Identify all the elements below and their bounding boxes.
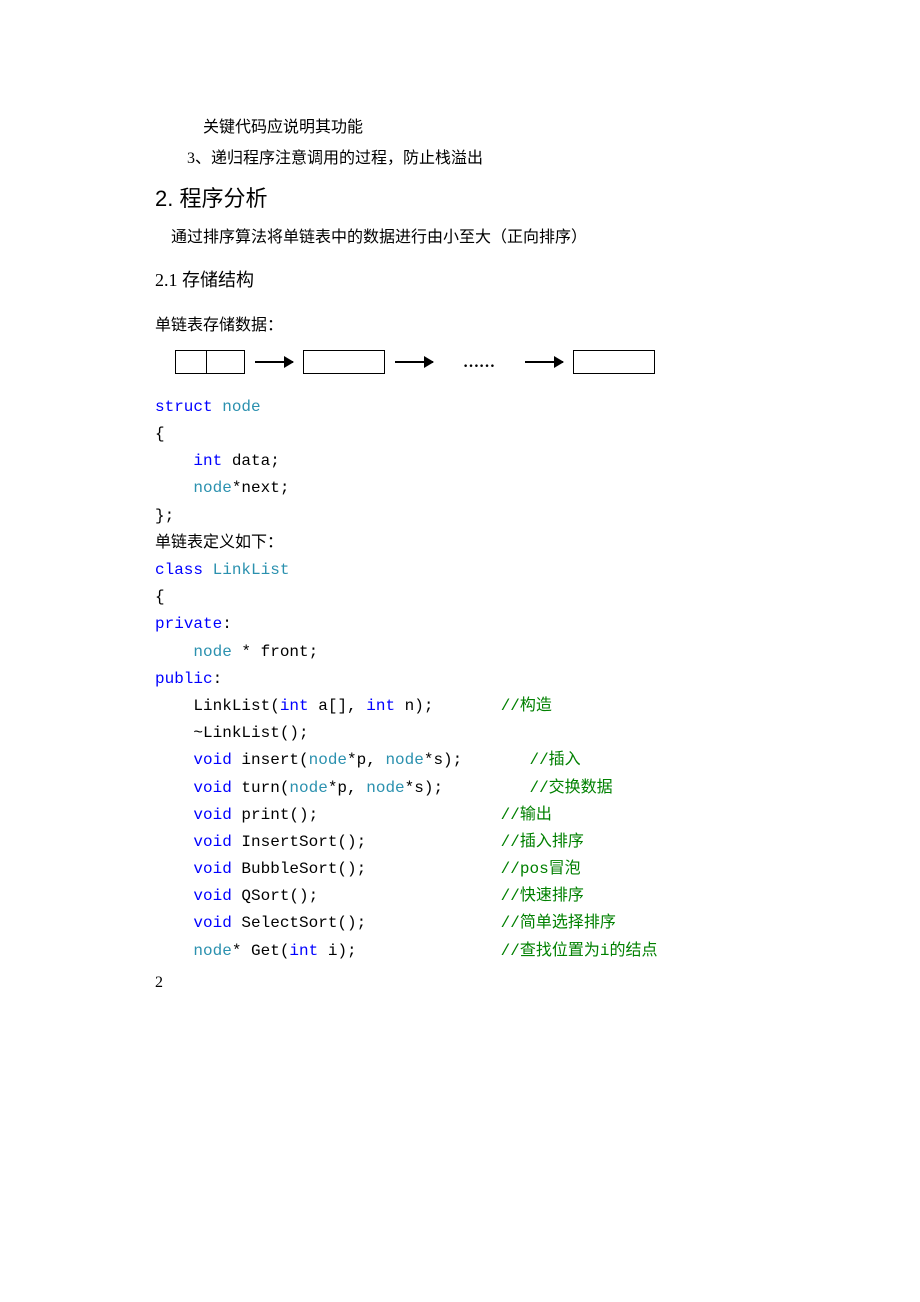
linked-list-diagram: …… xyxy=(175,349,765,376)
brace: { xyxy=(155,588,165,606)
indent xyxy=(155,779,193,797)
section-2-desc: 通过排序算法将单链表中的数据进行由小至大（正向排序） xyxy=(155,224,765,251)
definition-label: 单链表定义如下： xyxy=(155,534,283,552)
code-text: n); xyxy=(395,697,501,715)
comment: //输出 xyxy=(501,806,552,824)
code-text: *p, xyxy=(347,751,385,769)
indent xyxy=(155,914,193,932)
code-text: * front; xyxy=(232,643,318,661)
indent xyxy=(155,942,193,960)
keyword: private xyxy=(155,615,222,633)
code-text: i); xyxy=(318,942,500,960)
ellipsis: …… xyxy=(463,349,495,376)
code-text: turn( xyxy=(232,779,290,797)
type: node xyxy=(193,942,231,960)
code-text: LinkList( xyxy=(155,697,280,715)
type: node xyxy=(385,751,423,769)
arrow-icon xyxy=(395,361,433,363)
keyword: public xyxy=(155,670,213,688)
indent xyxy=(155,833,193,851)
comment: //交换数据 xyxy=(529,779,612,797)
code-block: struct node { int data; node*next; }; 单链… xyxy=(155,394,765,965)
type: node xyxy=(309,751,347,769)
comment: //插入排序 xyxy=(501,833,584,851)
type: node xyxy=(366,779,404,797)
document-page: 关键代码应说明其功能 3、递归程序注意调用的过程，防止栈溢出 2. 程序分析 通… xyxy=(0,0,920,1036)
brace: }; xyxy=(155,507,174,525)
intro-line-2: 3、递归程序注意调用的过程，防止栈溢出 xyxy=(155,145,765,172)
code-text: ~LinkList(); xyxy=(155,724,309,742)
keyword: void xyxy=(193,887,231,905)
code-text: * Get( xyxy=(232,942,290,960)
type: node xyxy=(222,398,260,416)
brace: { xyxy=(155,425,165,443)
arrow-icon xyxy=(525,361,563,363)
page-number: 2 xyxy=(155,969,765,996)
code-text: InsertSort(); xyxy=(232,833,501,851)
keyword: class xyxy=(155,561,203,579)
colon: : xyxy=(213,670,223,688)
code-text: *s); xyxy=(405,779,511,797)
comment: //构造 xyxy=(501,697,552,715)
indent xyxy=(155,479,193,497)
colon: : xyxy=(222,615,232,633)
indent xyxy=(155,860,193,878)
code-text: SelectSort(); xyxy=(232,914,501,932)
comment: //pos冒泡 xyxy=(501,860,581,878)
intro-line-1: 关键代码应说明其功能 xyxy=(155,114,765,141)
keyword: void xyxy=(193,833,231,851)
type: node xyxy=(193,479,231,497)
code-text: insert( xyxy=(232,751,309,769)
arrow-icon xyxy=(255,361,293,363)
type: node xyxy=(289,779,327,797)
keyword: int xyxy=(289,942,318,960)
keyword: void xyxy=(193,779,231,797)
code-text: *s); xyxy=(424,751,530,769)
comment: //查找位置为i的结点 xyxy=(501,942,658,960)
comment: //插入 xyxy=(529,751,580,769)
section-2-heading: 2. 程序分析 xyxy=(155,180,765,217)
keyword: void xyxy=(193,806,231,824)
indent xyxy=(155,806,193,824)
type: LinkList xyxy=(213,561,290,579)
keyword: void xyxy=(193,751,231,769)
code-text: *p, xyxy=(328,779,366,797)
type: node xyxy=(193,643,231,661)
node-box xyxy=(573,350,655,374)
keyword: struct xyxy=(155,398,213,416)
keyword: int xyxy=(366,697,395,715)
indent xyxy=(155,887,193,905)
node-box xyxy=(175,350,245,374)
keyword: void xyxy=(193,860,231,878)
code-text: *next; xyxy=(232,479,290,497)
node-box xyxy=(303,350,385,374)
indent xyxy=(155,643,193,661)
keyword: int xyxy=(280,697,309,715)
indent xyxy=(155,751,193,769)
code-text: QSort(); xyxy=(232,887,501,905)
indent xyxy=(155,452,193,470)
keyword: void xyxy=(193,914,231,932)
code-text: a[], xyxy=(309,697,367,715)
code-text: BubbleSort(); xyxy=(232,860,501,878)
comment: //简单选择排序 xyxy=(501,914,616,932)
section-2-1-heading: 2.1 存储结构 xyxy=(155,265,765,296)
comment: //快速排序 xyxy=(501,887,584,905)
code-text: print(); xyxy=(232,806,501,824)
storage-label: 单链表存储数据： xyxy=(155,312,765,339)
keyword: int xyxy=(193,452,222,470)
code-text: data; xyxy=(222,452,280,470)
